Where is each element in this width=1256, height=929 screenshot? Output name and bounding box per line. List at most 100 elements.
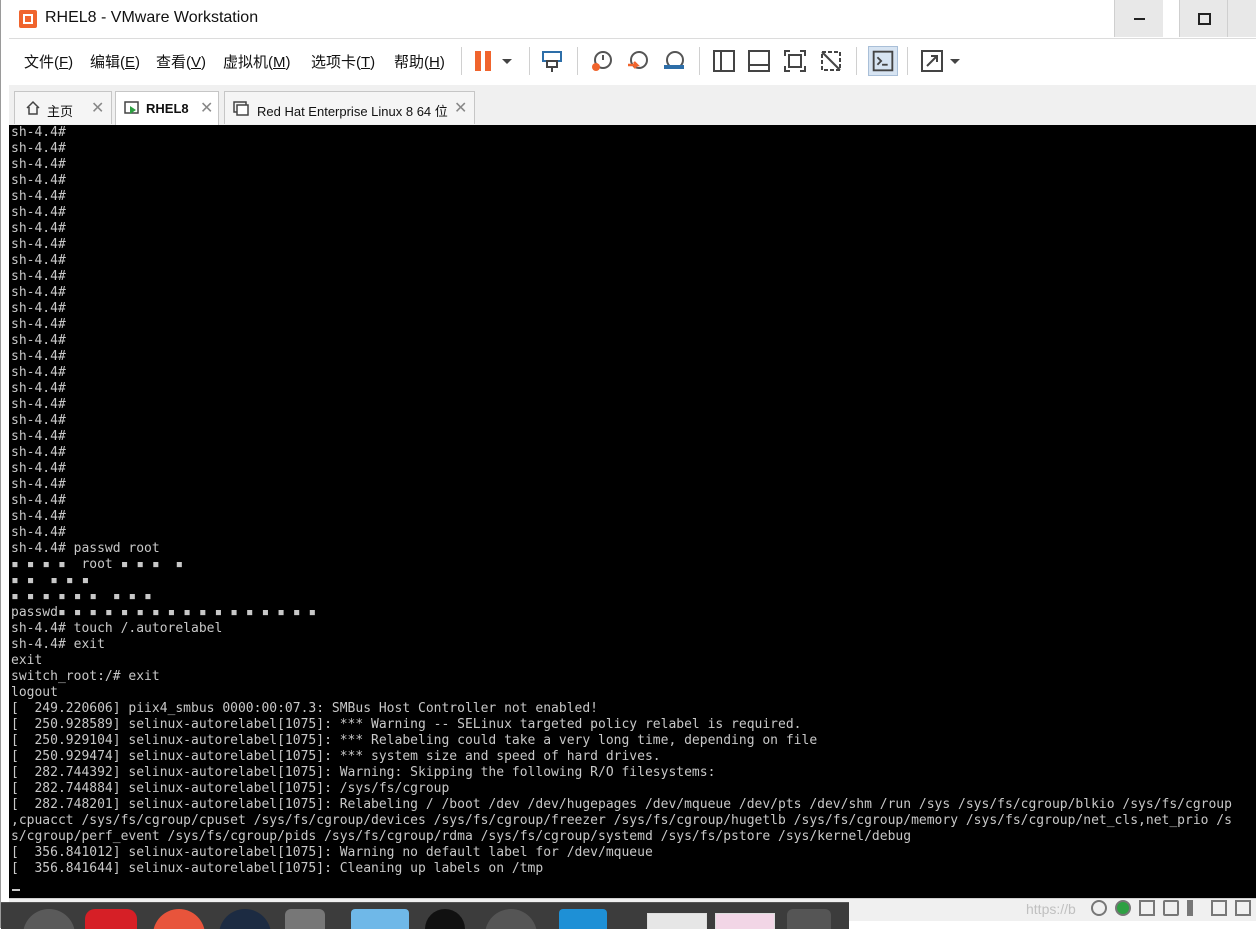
console-line: passwd▪ ▪ ▪ ▪ ▪ ▪ ▪ ▪ ▪ ▪ ▪ ▪ ▪ ▪ ▪ ▪ ▪ (11, 605, 317, 620)
vm-console[interactable]: sh-4.4# sh-4.4# sh-4.4# sh-4.4# sh-4.4# sh-4.… (9, 125, 1256, 898)
console-line: ▪ ▪ ▪ ▪ root ▪ ▪ ▪ ▪ (11, 557, 184, 572)
vmware-app-icon (19, 10, 37, 28)
tab-rhel8-64[interactable]: Red Hat Enterprise Linux 8 64 位 ✕ (224, 91, 475, 124)
folder-icon[interactable] (351, 909, 409, 929)
tab-home[interactable]: 主页 ✕ (14, 91, 112, 124)
console-line: sh-4.4# (11, 253, 66, 268)
console-line: sh-4.4# (11, 525, 66, 540)
console-line: sh-4.4# passwd root (11, 541, 160, 556)
maximize-icon (1197, 12, 1211, 25)
console-line: [ 250.929104] selinux-autorelabel[1075]:… (11, 733, 818, 748)
console-line: [ 282.744884] selinux-autorelabel[1075]:… (11, 781, 450, 796)
send-ctrl-alt-del-icon[interactable] (539, 48, 565, 74)
stretch-dropdown-icon[interactable] (947, 48, 963, 74)
tab-rhel8[interactable]: RHEL8 ✕ (115, 91, 219, 125)
window-thumbnail[interactable] (647, 913, 707, 929)
snapshot-revert-icon[interactable] (625, 48, 651, 74)
menu-toolbar: 文件(F) 编辑(E) 查看(V) 虚拟机(M) 选项卡(T) 帮助(H) (9, 38, 1256, 86)
close-icon[interactable]: ✕ (454, 98, 467, 118)
hard-disk-icon[interactable] (1091, 900, 1107, 916)
console-line: [ 250.929474] selinux-autorelabel[1075]:… (11, 749, 661, 764)
snapshot-take-icon[interactable] (589, 48, 615, 74)
toolbar-separator (699, 47, 700, 75)
console-line: s/cgroup/perf_event /sys/fs/cgroup/pids … (11, 829, 912, 844)
taskbar-app-icon[interactable] (153, 909, 205, 929)
tab-home-label: 主页 (47, 104, 74, 119)
cd-drive-icon[interactable] (1115, 900, 1131, 916)
taskbar-app-icon[interactable] (85, 909, 137, 929)
display-icon[interactable] (1235, 900, 1251, 916)
os-taskbar (1, 902, 849, 929)
unity-icon[interactable] (818, 48, 844, 74)
dropdown-arrow-icon[interactable] (499, 48, 515, 74)
menu-help[interactable]: 帮助(H) (394, 51, 445, 72)
console-line: sh-4.4# (11, 189, 66, 204)
console-line: switch_root:/# exit (11, 669, 160, 684)
console-line: [ 282.748201] selinux-autorelabel[1075]:… (11, 797, 1232, 812)
console-line: sh-4.4# (11, 141, 66, 156)
tab-strip: 主页 ✕ RHEL8 ✕ Red Hat Enterprise Linux 8 … (9, 85, 1256, 126)
fullscreen-icon[interactable] (782, 48, 808, 74)
console-line: sh-4.4# (11, 349, 66, 364)
menu-view-key: V (191, 54, 202, 71)
console-line: sh-4.4# touch /.autorelabel (11, 621, 223, 636)
sidebar-toggle-icon[interactable] (711, 48, 737, 74)
sound-icon[interactable] (1187, 900, 1203, 916)
thumbnail-bar-icon[interactable] (746, 48, 772, 74)
console-line: [ 250.928589] selinux-autorelabel[1075]:… (11, 717, 802, 732)
taskbar-app-icon[interactable] (559, 909, 607, 929)
window-thumbnail[interactable] (715, 913, 775, 929)
stretch-icon[interactable] (919, 48, 945, 74)
menu-view[interactable]: 查看(V) (156, 51, 206, 72)
watermark-text: https://b (1026, 901, 1076, 917)
toolbar-separator (461, 47, 462, 75)
taskbar-app-icon[interactable] (485, 909, 537, 929)
taskbar-app-icon[interactable] (219, 909, 271, 929)
menu-file-key: F (59, 54, 69, 71)
taskbar-app-icon[interactable] (23, 909, 75, 929)
network-icon[interactable] (1139, 900, 1155, 916)
snapshot-manager-icon[interactable] (661, 48, 687, 74)
qq-icon[interactable] (425, 909, 465, 929)
usb-icon[interactable] (1163, 900, 1179, 916)
menu-file-label: 文件( (24, 54, 59, 71)
console-line: sh-4.4# (11, 173, 66, 188)
console-line: exit (11, 653, 43, 668)
trash-icon[interactable] (787, 909, 831, 929)
home-icon (26, 100, 40, 115)
maximize-button[interactable] (1179, 0, 1228, 37)
toolbar-separator (907, 47, 908, 75)
menu-vm[interactable]: 虚拟机(M) (223, 51, 291, 72)
minimize-button[interactable] (1114, 0, 1163, 37)
tab-rhel8-64-label: Red Hat Enterprise Linux 8 64 位 (257, 104, 448, 119)
menu-tabs[interactable]: 选项卡(T) (311, 51, 375, 72)
console-line: sh-4.4# (11, 205, 66, 220)
console-line: sh-4.4# (11, 381, 66, 396)
console-line: sh-4.4# (11, 413, 66, 428)
tab-rhel8-label: RHEL8 (146, 101, 189, 116)
printer-icon[interactable] (1211, 900, 1227, 916)
console-line: ▪ ▪ ▪ ▪ ▪ ▪ ▪ ▪ ▪ (11, 589, 152, 604)
close-icon[interactable]: ✕ (200, 98, 213, 118)
toolbar-separator (577, 47, 578, 75)
menu-file-end: ) (68, 54, 74, 71)
menu-vm-key: M (273, 54, 286, 71)
taskbar-app-icon[interactable] (285, 909, 325, 929)
console-line: [ 282.744392] selinux-autorelabel[1075]:… (11, 765, 716, 780)
menu-vm-end: ) (285, 54, 291, 71)
menu-view-end: ) (201, 54, 207, 71)
console-view-icon[interactable] (868, 46, 898, 76)
menu-edit-key: E (125, 54, 136, 71)
console-line: sh-4.4# (11, 429, 66, 444)
menu-file[interactable]: 文件(F) (24, 51, 73, 72)
console-line: [ 356.841644] selinux-autorelabel[1075]:… (11, 861, 544, 876)
close-window-button[interactable] (1227, 0, 1256, 37)
menu-edit-label: 编辑( (90, 54, 125, 71)
pause-icon[interactable] (471, 48, 497, 74)
console-line: logout (11, 685, 58, 700)
close-icon[interactable]: ✕ (91, 98, 104, 118)
menu-edit[interactable]: 编辑(E) (90, 51, 140, 72)
toolbar-separator (529, 47, 530, 75)
menu-help-label: 帮助( (394, 54, 429, 71)
vm-running-icon (124, 101, 139, 114)
